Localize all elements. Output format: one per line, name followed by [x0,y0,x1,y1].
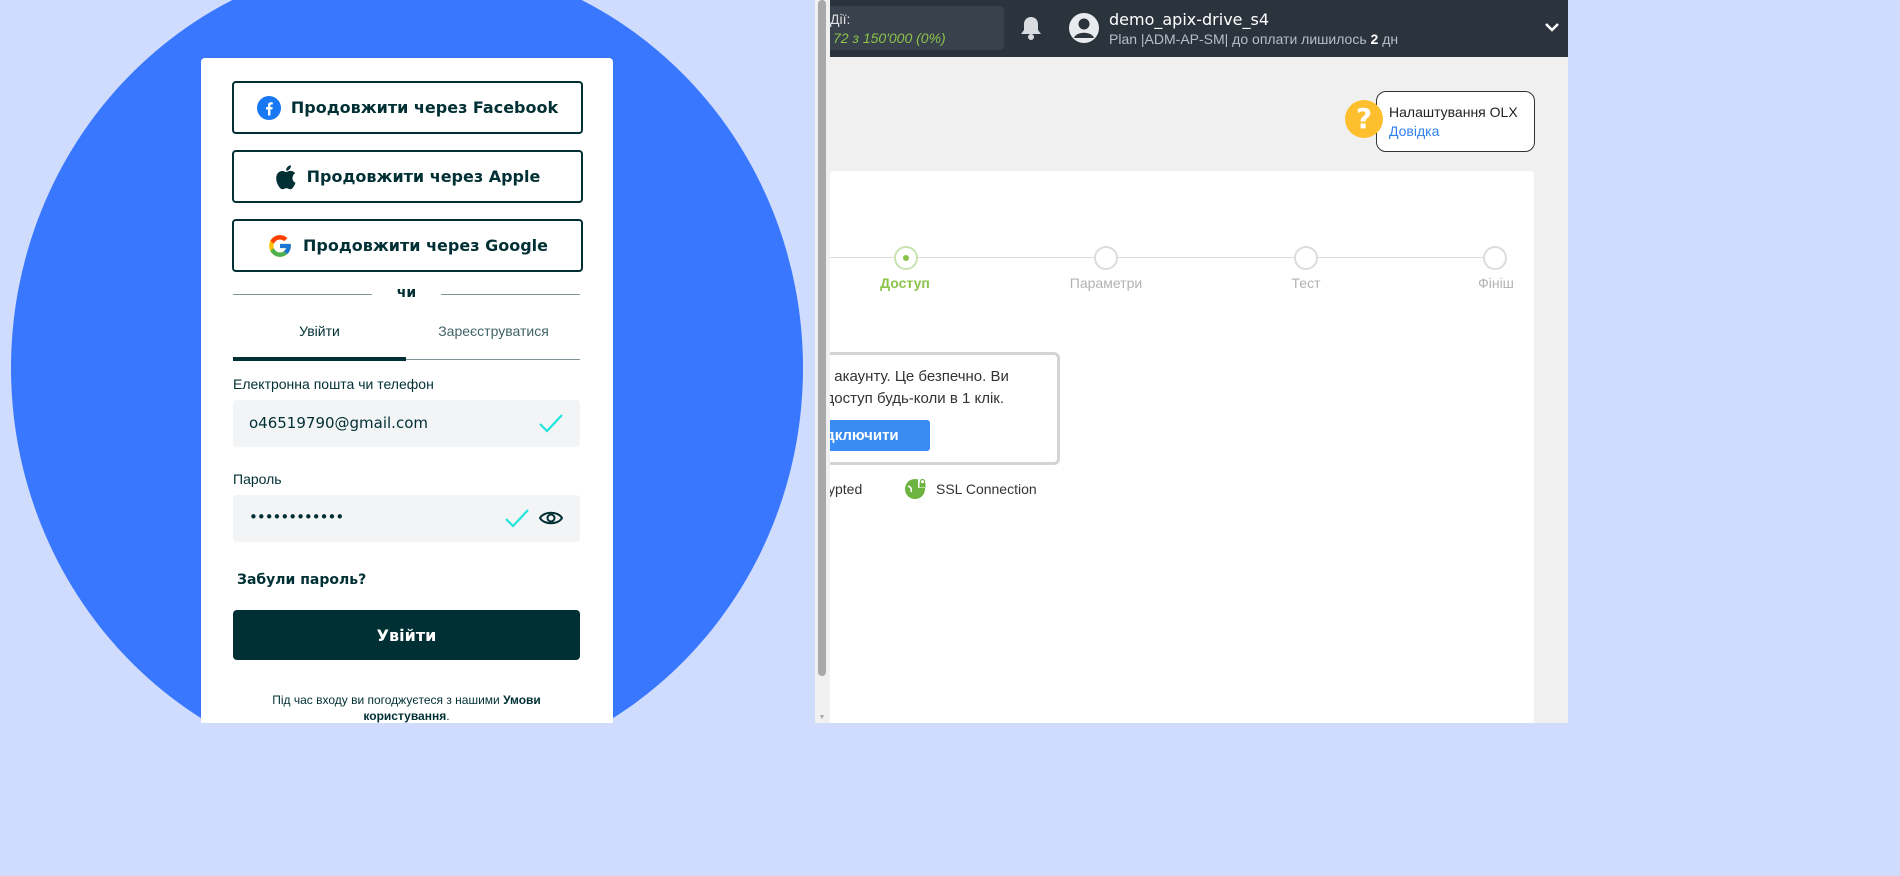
connect-button[interactable]: ідключити [830,420,930,451]
olx-login-popup: Продовжити через Facebook Продовжити чер… [0,0,815,723]
bell-icon[interactable] [1018,14,1044,42]
help-title: Налаштування OLX [1389,104,1518,120]
top-bar: Дії: 72 з 150'000 (0%) demo_apix-drive_s… [830,0,1568,57]
password-valid-check-icon [504,507,530,529]
facebook-login-label: Продовжити через Facebook [290,98,559,117]
step-dot-finish[interactable] [1483,246,1507,270]
terms-suffix: . [446,709,450,723]
step-label-test: Тест [1291,275,1321,291]
user-plan: Plan |ADM-AP-SM| до оплати лишилось 2 дн [1109,31,1398,47]
setup-panel: я) Доступ Параметри Тест Фініш до акаунт… [830,171,1534,723]
scrollbar-thumb[interactable] [818,0,826,676]
google-login-label: Продовжити через Google [303,236,548,255]
email-label: Електронна пошта чи телефон [233,376,434,392]
ssl-label: SSL Connection [936,481,1037,497]
help-link[interactable]: Довідка [1389,123,1439,139]
access-notice: до акаунту. Це безпечно. Ви и доступ буд… [830,352,1060,465]
step-label-params: Параметри [1069,275,1143,291]
login-submit-button[interactable]: Увійти [233,610,580,660]
facebook-login-button[interactable]: Продовжити через Facebook [232,81,583,134]
tab-login[interactable]: Увійти [233,320,406,361]
facebook-icon [256,95,281,120]
chevron-down-icon[interactable] [1544,20,1560,34]
ssl-badge: SSL Connection [904,476,1037,502]
google-icon [267,233,293,259]
user-name: demo_apix-drive_s4 [1109,10,1270,29]
forgot-password-link[interactable]: Забули пароль? [237,572,366,588]
ssl-lock-globe-icon [904,476,928,503]
login-card: Продовжити через Facebook Продовжити чер… [201,58,613,723]
step-label-finish: Фініш [1478,275,1514,291]
show-password-eye-icon[interactable] [538,508,564,528]
plan-days: 2 [1370,31,1379,47]
user-avatar-icon[interactable] [1068,12,1100,44]
divider-line-right [441,294,580,295]
google-login-button[interactable]: Продовжити через Google [232,219,583,272]
actions-counter: Дії: 72 з 150'000 (0%) [830,6,1004,50]
apix-drive-app: Дії: 72 з 150'000 (0%) demo_apix-drive_s… [830,0,1568,723]
apple-login-label: Продовжити через Apple [306,167,541,186]
step-dot-access[interactable] [894,246,918,270]
terms-notice: Під час входу ви погоджуєтеся з нашими У… [233,692,580,723]
auth-tabs: Увійти Зареєструватися [233,320,580,361]
step-label-access: Доступ [880,275,930,291]
password-label: Пароль [233,471,282,487]
email-field[interactable]: o46519790@gmail.com [233,400,580,447]
actions-label: Дії: [830,11,851,27]
apple-login-button[interactable]: Продовжити через Apple [232,150,583,203]
question-icon[interactable]: ? [1345,100,1383,138]
apple-icon [275,164,297,190]
terms-prefix: Під час входу ви погоджуєтеся з нашими [272,693,500,707]
email-value: o46519790@gmail.com [249,414,428,432]
notice-line-2: и доступ будь-коли в 1 клік. [830,390,1005,407]
step-dot-test[interactable] [1294,246,1318,270]
scroll-down-arrow-icon[interactable]: ▼ [818,714,826,721]
or-divider: чи [233,284,580,304]
steps-progress-line [830,257,1494,258]
help-box: Налаштування OLX Довідка [1376,91,1535,152]
password-value: •••••••••••• [249,508,344,526]
email-valid-check-icon [538,412,564,434]
encrypted-badge: ypted [830,481,863,497]
plan-prefix: Plan |ADM-AP-SM| до оплати лишилось [1109,31,1367,47]
popup-scrollbar[interactable]: ▼ [815,0,830,723]
plan-suffix: дн [1382,31,1399,47]
tab-register[interactable]: Зареєструватися [407,320,580,360]
or-text: чи [396,285,417,301]
step-dot-params[interactable] [1094,246,1118,270]
password-field[interactable]: •••••••••••• [233,495,580,542]
notice-line-1: до акаунту. Це безпечно. Ви [830,368,1009,385]
actions-count: 72 з 150'000 (0%) [833,30,946,46]
